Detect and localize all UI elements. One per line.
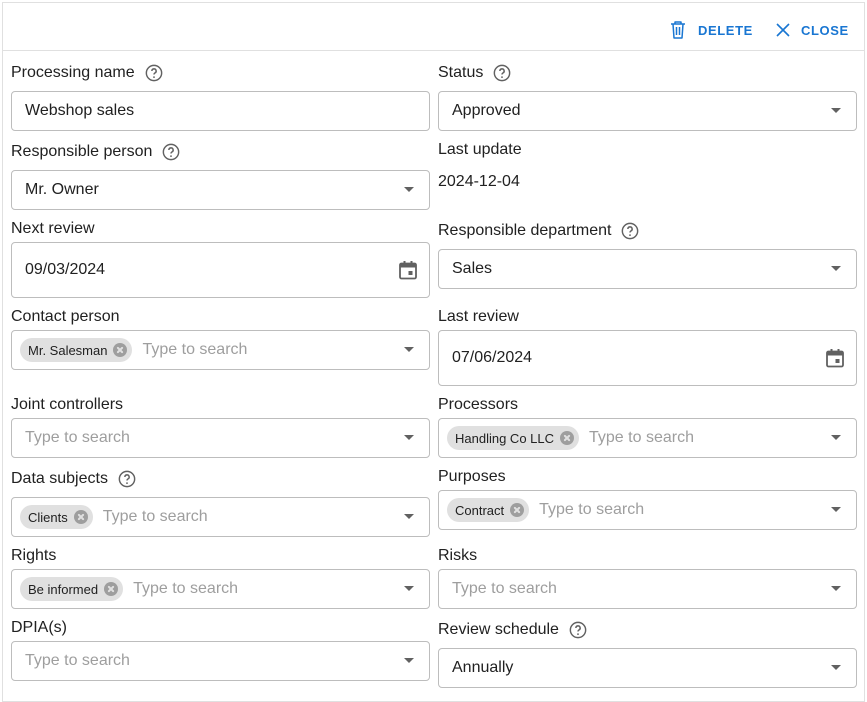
rights-autocomplete[interactable]: Be informed Type to search (11, 569, 430, 609)
contact-person-chip[interactable]: Mr. Salesman (20, 338, 133, 362)
chevron-down-icon[interactable] (831, 266, 841, 271)
last-update-label: Last update (438, 141, 522, 158)
processors-autocomplete[interactable]: Handling Co LLC Type to search (438, 418, 857, 458)
contact-person-autocomplete[interactable]: Mr. Salesman Type to search (11, 330, 430, 370)
data-subjects-autocomplete[interactable]: Clients Type to search (11, 497, 430, 537)
purposes-chip[interactable]: Contract (447, 498, 530, 522)
review-schedule-label: Review schedule (438, 621, 587, 639)
risks-search[interactable]: Type to search (439, 580, 557, 598)
risks-label: Risks (438, 547, 478, 564)
processing-name-input[interactable]: Webshop sales (11, 91, 430, 131)
trash-icon (671, 21, 685, 39)
chevron-down-icon[interactable] (831, 507, 841, 512)
chip-remove-icon[interactable] (560, 431, 575, 445)
chevron-down-icon[interactable] (831, 586, 841, 591)
contact-person-label: Contact person (11, 308, 120, 325)
help-icon[interactable] (569, 621, 587, 639)
dpias-search[interactable]: Type to search (12, 652, 130, 670)
chip-remove-icon[interactable] (104, 582, 119, 596)
chevron-down-icon[interactable] (404, 514, 414, 519)
last-review-date-input[interactable]: 07/06/2024 (438, 330, 857, 386)
processors-chip[interactable]: Handling Co LLC (447, 426, 580, 450)
joint-controllers-search[interactable]: Type to search (12, 429, 130, 447)
rights-search[interactable]: Type to search (133, 580, 238, 598)
delete-button-label: DELETE (698, 22, 753, 38)
data-subjects-chip[interactable]: Clients (20, 505, 93, 529)
chip-remove-icon[interactable] (73, 510, 88, 524)
rights-label: Rights (11, 547, 57, 564)
responsible-department-label: Responsible department (438, 222, 639, 240)
delete-button[interactable]: DELETE (668, 19, 753, 41)
help-icon[interactable] (162, 143, 180, 161)
chevron-down-icon[interactable] (404, 658, 414, 663)
close-button-label: CLOSE (801, 22, 849, 38)
help-icon[interactable] (621, 222, 639, 240)
chip-remove-icon[interactable] (113, 343, 128, 357)
calendar-icon[interactable] (824, 347, 846, 369)
help-icon[interactable] (118, 470, 136, 488)
close-icon (776, 23, 790, 37)
help-icon[interactable] (145, 64, 163, 82)
responsible-person-label: Responsible person (11, 143, 180, 161)
joint-controllers-autocomplete[interactable]: Type to search (11, 418, 430, 458)
last-review-label: Last review (438, 308, 519, 325)
help-icon[interactable] (493, 64, 511, 82)
data-subjects-search[interactable]: Type to search (103, 508, 208, 526)
chevron-down-icon[interactable] (404, 187, 414, 192)
purposes-search[interactable]: Type to search (539, 501, 644, 519)
rights-chip[interactable]: Be informed (20, 577, 124, 601)
processors-search[interactable]: Type to search (589, 429, 694, 447)
joint-controllers-label: Joint controllers (11, 396, 124, 413)
responsible-department-select[interactable]: Sales (438, 249, 857, 289)
chevron-down-icon[interactable] (831, 435, 841, 440)
status-select[interactable]: Approved (438, 91, 857, 131)
chevron-down-icon[interactable] (404, 435, 414, 440)
next-review-date-input[interactable]: 09/03/2024 (11, 242, 430, 298)
chevron-down-icon[interactable] (831, 665, 841, 670)
dialog-toolbar: DELETE CLOSE (3, 3, 864, 51)
purposes-label: Purposes (438, 468, 506, 485)
chevron-down-icon[interactable] (404, 586, 414, 591)
processing-name-label: Processing name (11, 64, 163, 82)
dpias-autocomplete[interactable]: Type to search (11, 641, 430, 681)
contact-person-search[interactable]: Type to search (142, 341, 247, 359)
calendar-icon[interactable] (397, 259, 419, 281)
purposes-autocomplete[interactable]: Contract Type to search (438, 490, 857, 530)
dpias-label: DPIA(s) (11, 619, 67, 636)
status-label: Status (438, 64, 511, 82)
last-update-value: 2024-12-04 (438, 173, 520, 190)
processors-label: Processors (438, 396, 519, 413)
close-button[interactable]: CLOSE (775, 19, 849, 41)
data-subjects-label: Data subjects (11, 470, 136, 488)
next-review-label: Next review (11, 220, 95, 237)
chevron-down-icon[interactable] (831, 108, 841, 113)
chevron-down-icon[interactable] (404, 347, 414, 352)
chip-remove-icon[interactable] (510, 503, 525, 517)
review-schedule-select[interactable]: Annually (438, 648, 857, 688)
responsible-person-select[interactable]: Mr. Owner (11, 170, 430, 210)
risks-autocomplete[interactable]: Type to search (438, 569, 857, 609)
